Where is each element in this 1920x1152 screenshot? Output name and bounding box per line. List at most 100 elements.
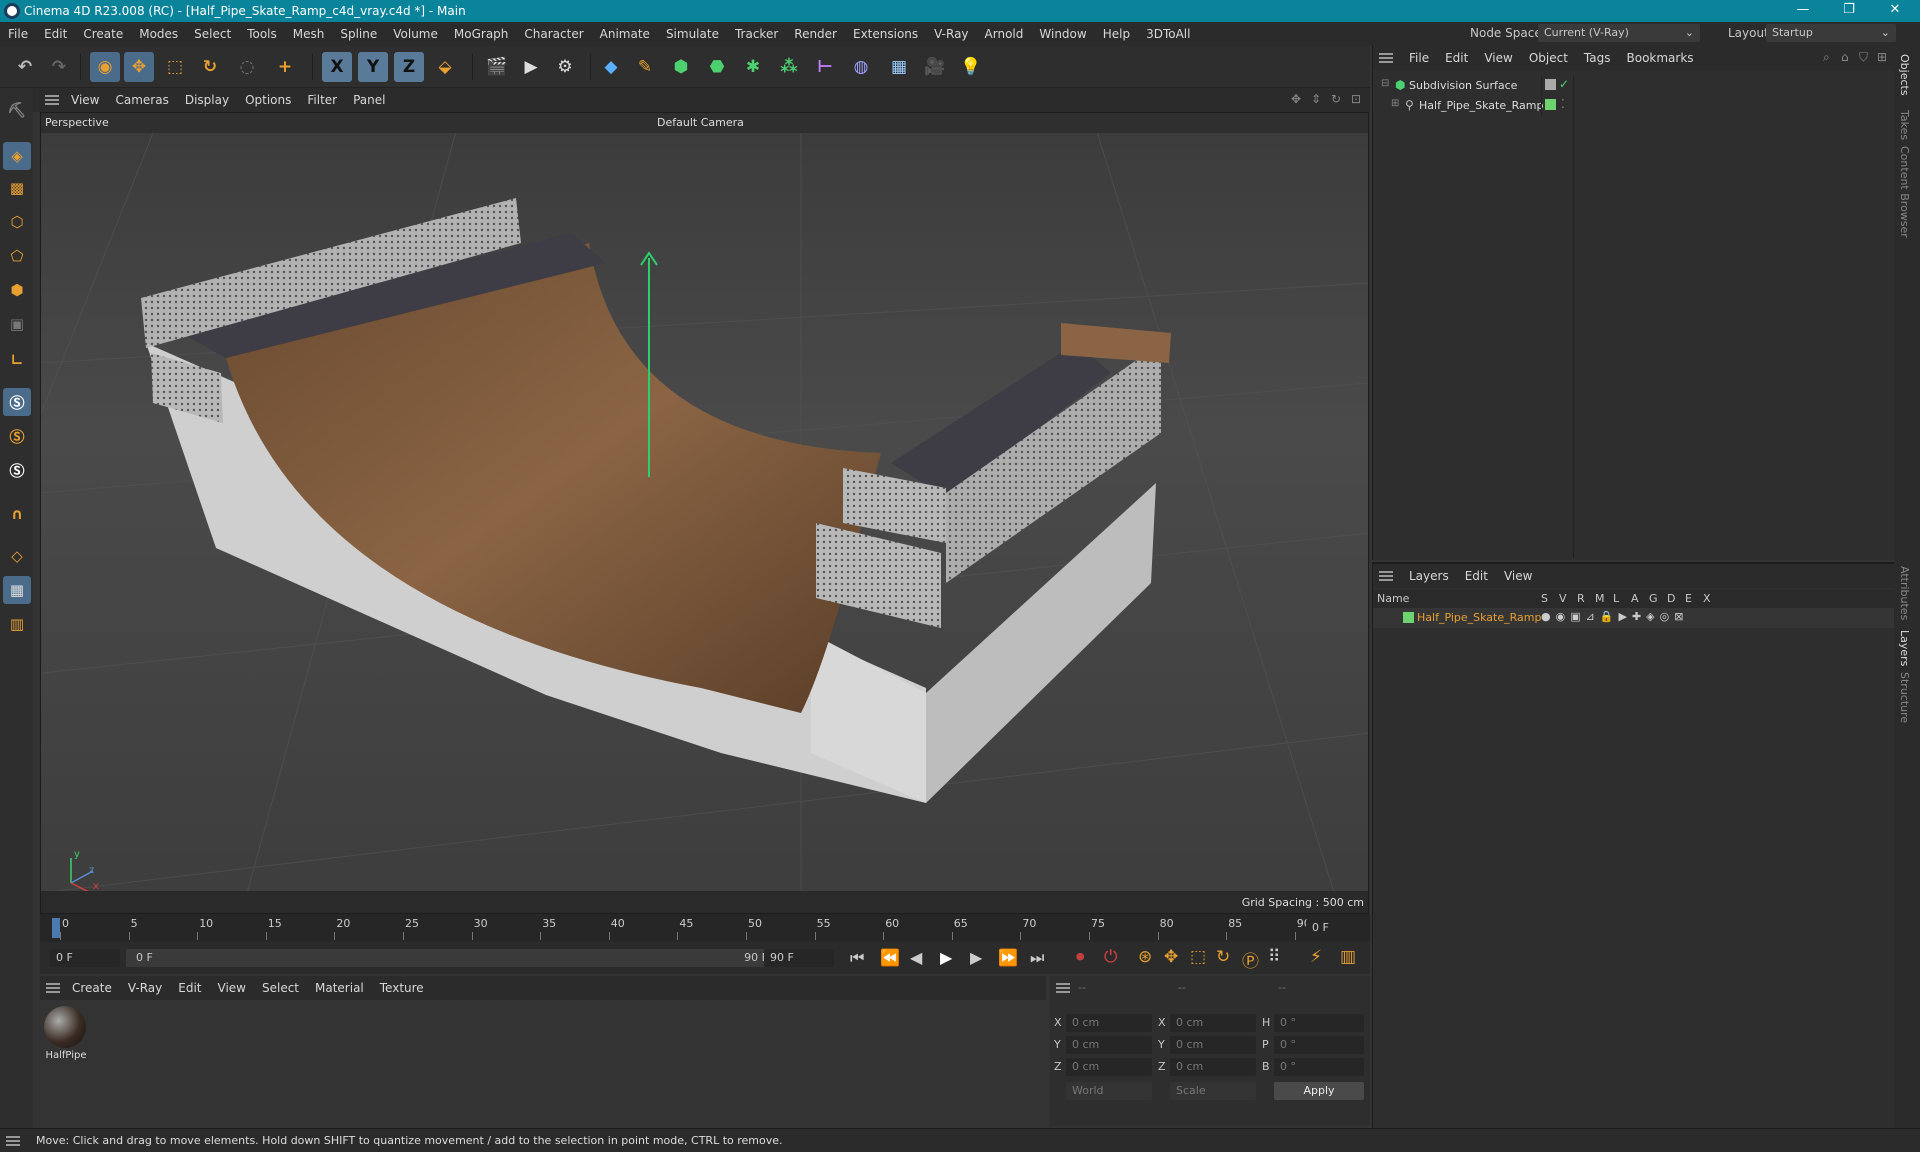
menu-vray[interactable]: V-Ray (926, 27, 976, 41)
rot-h-field[interactable]: 0 ° (1274, 1014, 1364, 1032)
menu-help[interactable]: Help (1095, 27, 1138, 41)
timeline-ruler[interactable]: 0 5 10 15 20 25 30 35 40 45 50 55 60 65 70 75 80 85 90 0 F (40, 914, 1370, 942)
cube-icon[interactable]: ◆ (596, 52, 626, 82)
solo-icon[interactable]: Ⓢ (3, 456, 31, 484)
apply-button[interactable]: Apply (1274, 1082, 1364, 1100)
y-axis-lock-button[interactable]: Y (358, 52, 388, 82)
menu-spline[interactable]: Spline (332, 27, 385, 41)
snap-settings-icon[interactable]: Ⓢ (3, 422, 31, 450)
menu-tools[interactable]: Tools (239, 27, 285, 41)
rotate-view-icon[interactable]: ↻ (1331, 92, 1341, 106)
make-editable-icon[interactable]: ⛏ (3, 96, 31, 124)
auto-key-icon[interactable]: ⏻ (1104, 947, 1117, 967)
size-y-field[interactable]: 0 cm (1170, 1036, 1256, 1054)
expand-icon[interactable]: ⊞ (1391, 98, 1399, 109)
key-param-icon[interactable]: Ⓟ (1242, 947, 1259, 972)
keyframe-selection-icon[interactable]: ⊛ (1138, 947, 1152, 967)
close-button[interactable]: ✕ (1872, 0, 1918, 22)
mat-menu-edit[interactable]: Edit (170, 981, 209, 995)
mat-menu-view[interactable]: View (210, 981, 254, 995)
size-z-field[interactable]: 0 cm (1170, 1058, 1256, 1076)
menu-tracker[interactable]: Tracker (727, 27, 786, 41)
menu-volume[interactable]: Volume (385, 27, 446, 41)
new-window-icon[interactable]: ⊞ (1877, 50, 1887, 64)
axis-mode-icon[interactable]: ∟ (3, 346, 31, 374)
magnet-icon[interactable]: ∩ (3, 500, 31, 528)
recent-tool-icon[interactable]: ◌ (232, 52, 262, 82)
menu-edit[interactable]: Edit (36, 27, 75, 41)
node-space-select[interactable]: Current (V-Ray) ⌄ (1538, 24, 1700, 42)
timeline-end-field[interactable]: 0 F (1306, 919, 1368, 937)
mat-menu-material[interactable]: Material (307, 981, 372, 995)
home-icon[interactable]: ⌂ (1841, 50, 1849, 64)
coord-scale-select[interactable]: Scale (1170, 1082, 1256, 1100)
field-icon[interactable]: ◍ (846, 52, 876, 82)
vp-menu-panel[interactable]: Panel (345, 93, 393, 107)
hamburger-icon[interactable] (1056, 983, 1070, 993)
vp-menu-view[interactable]: View (63, 93, 107, 107)
x-axis-lock-button[interactable]: X (322, 52, 352, 82)
layer-menu-edit[interactable]: Edit (1457, 569, 1496, 583)
next-key-icon[interactable]: ⏩ (998, 948, 1018, 967)
visibility-dots-icon[interactable]: ⁚ (1561, 97, 1565, 111)
obj-menu-bookmarks[interactable]: Bookmarks (1619, 51, 1702, 65)
move-view-icon[interactable]: ✥ (1291, 92, 1301, 106)
texture-mode-icon[interactable]: ▩ (3, 174, 31, 202)
tab-structure[interactable]: Structure (1898, 672, 1911, 723)
menu-window[interactable]: Window (1031, 27, 1094, 41)
move-icon[interactable]: ✥ (124, 52, 154, 82)
obj-menu-file[interactable]: File (1401, 51, 1437, 65)
tab-takes[interactable]: Takes (1898, 110, 1911, 140)
menu-character[interactable]: Character (516, 27, 591, 41)
playhead[interactable] (52, 918, 60, 938)
cloner-icon[interactable]: ✱ (738, 52, 768, 82)
menu-select[interactable]: Select (186, 27, 239, 41)
pos-x-field[interactable]: 0 cm (1066, 1014, 1152, 1032)
menu-animate[interactable]: Animate (592, 27, 658, 41)
extrude-icon[interactable]: ⬣ (702, 52, 732, 82)
layer-menu-layers[interactable]: Layers (1401, 569, 1457, 583)
key-rotation-icon[interactable]: ↻ (1216, 947, 1230, 967)
edges-mode-icon[interactable]: ⬠ (3, 242, 31, 270)
mat-menu-select[interactable]: Select (254, 981, 307, 995)
layout-select[interactable]: Startup ⌄ (1766, 24, 1896, 42)
layer-menu-view[interactable]: View (1496, 569, 1540, 583)
maximize-view-icon[interactable]: ⊡ (1351, 92, 1361, 106)
light-icon[interactable]: 💡 (956, 52, 986, 82)
obj-menu-edit[interactable]: Edit (1437, 51, 1476, 65)
rotate-icon[interactable]: ↻ (195, 52, 225, 82)
pos-z-field[interactable]: 0 cm (1066, 1058, 1152, 1076)
prev-key-icon[interactable]: ⏪ (880, 948, 900, 967)
pos-y-field[interactable]: 0 cm (1066, 1036, 1152, 1054)
render-picture-viewer-icon[interactable]: ▶ (516, 52, 546, 82)
uv-mode-icon[interactable]: ▣ (3, 310, 31, 338)
minimize-button[interactable]: — (1780, 0, 1826, 22)
mat-menu-create[interactable]: Create (64, 981, 120, 995)
deformer-icon[interactable]: ⊢ (810, 52, 840, 82)
record-icon[interactable]: ⏺ (1076, 947, 1085, 967)
tab-layers[interactable]: Layers (1898, 630, 1911, 666)
obj-menu-view[interactable]: View (1476, 51, 1520, 65)
menu-arnold[interactable]: Arnold (977, 27, 1032, 41)
max-frame-field[interactable]: 90 F (764, 949, 834, 967)
scale-icon[interactable]: ⬚ (160, 52, 190, 82)
grid-icon[interactable]: ▦ (3, 576, 31, 604)
workplane-icon[interactable]: ◇ (3, 542, 31, 570)
menu-modes[interactable]: Modes (131, 27, 186, 41)
menu-extensions[interactable]: Extensions (845, 27, 926, 41)
camera-icon[interactable]: 🎥 (920, 52, 950, 82)
mat-menu-vray[interactable]: V-Ray (120, 981, 170, 995)
vp-menu-cameras[interactable]: Cameras (107, 93, 176, 107)
vp-menu-display[interactable]: Display (177, 93, 237, 107)
size-x-field[interactable]: 0 cm (1170, 1014, 1256, 1032)
quantize-icon[interactable]: ▥ (3, 610, 31, 638)
menu-mograph[interactable]: MoGraph (446, 27, 517, 41)
points-mode-icon[interactable]: ⬡ (3, 208, 31, 236)
undo-icon[interactable]: ↶ (10, 52, 40, 82)
render-view-icon[interactable]: 🎬 (482, 52, 512, 82)
hamburger-icon[interactable] (46, 983, 60, 993)
3d-viewport[interactable]: y z x Perspective Default Camera Grid Sp… (40, 112, 1369, 914)
hamburger-icon[interactable] (1379, 571, 1393, 581)
hamburger-icon[interactable] (1379, 53, 1393, 63)
vp-menu-options[interactable]: Options (237, 93, 299, 107)
